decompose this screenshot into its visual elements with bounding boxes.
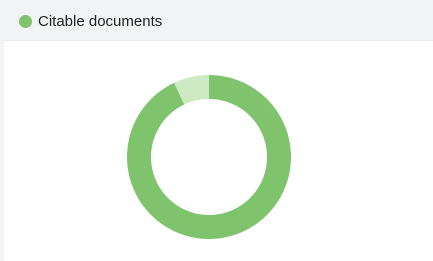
- donut-chart-svg: [126, 75, 291, 240]
- panel-title: Citable documents: [38, 13, 163, 30]
- panel-header: Citable documents: [4, 6, 433, 41]
- donut-slice-0[interactable]: [126, 75, 291, 240]
- donut-chart: [4, 41, 433, 261]
- citable-documents-panel: Citable documents: [4, 6, 433, 261]
- legend-dot: [19, 15, 32, 28]
